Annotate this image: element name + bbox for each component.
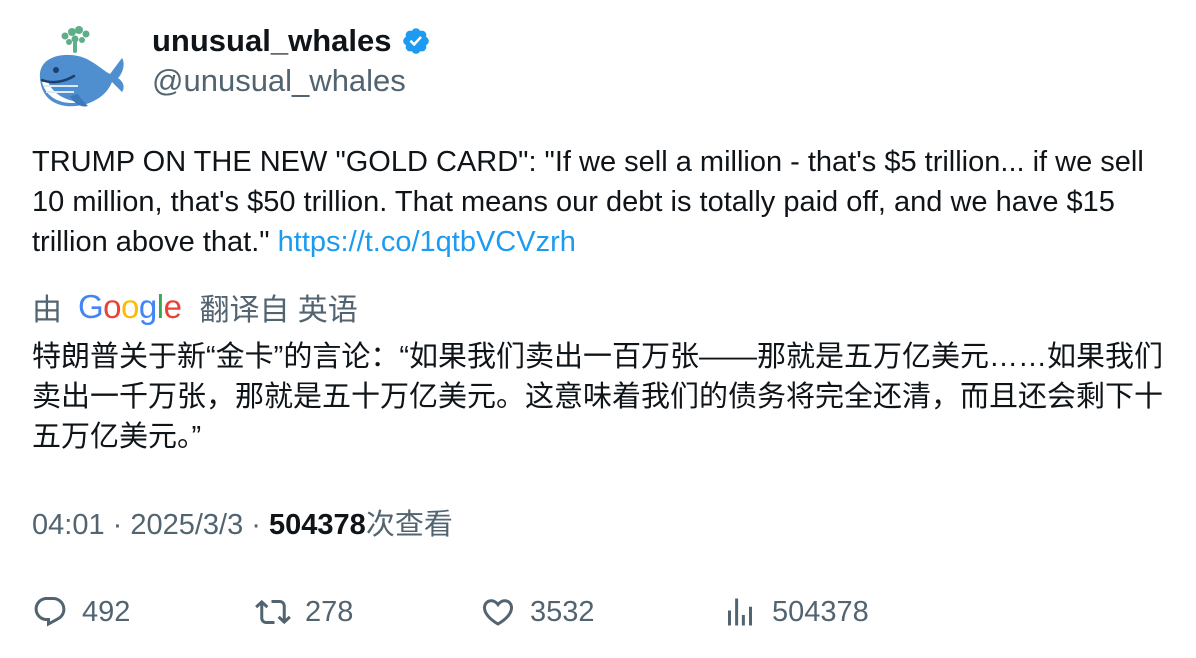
views-label: 次查看 [365, 509, 453, 541]
retweet-count: 278 [305, 595, 354, 628]
tweet-meta: 04:01 · 2025/3/3 · 504378次查看 [32, 505, 453, 545]
translation-from-label: 翻译自 英语 [199, 294, 358, 327]
avatar[interactable] [30, 22, 126, 118]
translation-by-label: 由 [32, 294, 62, 327]
tweet-text-body: TRUMP ON THE NEW "GOLD CARD": "If we sel… [32, 146, 1144, 258]
heart-icon [482, 599, 514, 626]
tweet-date[interactable]: 2025/3/3 [130, 509, 243, 541]
google-logo-letter: e [163, 288, 182, 325]
verified-badge-icon [401, 26, 431, 56]
views-button[interactable]: 504378 [722, 590, 869, 634]
meta-separator: · [243, 509, 270, 541]
reply-count: 492 [82, 595, 131, 628]
google-logo-letter: o [103, 288, 122, 325]
whale-avatar-icon [39, 26, 124, 107]
analytics-icon [728, 598, 752, 626]
tweet-text: TRUMP ON THE NEW "GOLD CARD": "If we sel… [32, 142, 1172, 262]
meta-separator: · [104, 509, 131, 541]
views-action-count: 504378 [772, 595, 869, 628]
google-logo-letter: g [138, 288, 157, 325]
author-name-text: unusual_whales [152, 23, 392, 58]
reply-button[interactable]: 492 [32, 590, 130, 634]
like-count: 3532 [530, 595, 595, 628]
action-bar: 492 278 3532 504378 [0, 590, 1196, 634]
tweet-time[interactable]: 04:01 [32, 509, 105, 541]
translation-attribution[interactable]: 由 Google 翻译自 英语 [32, 287, 358, 327]
google-logo-letter: G [78, 288, 104, 325]
google-logo-letter: l [156, 288, 164, 325]
reply-icon [34, 597, 66, 627]
google-logo-letter: o [121, 288, 139, 325]
tweet-link[interactable]: https://t.co/1qtbVCVzrh [278, 226, 576, 258]
retweet-icon [255, 599, 291, 625]
views-count: 504378 [269, 509, 366, 541]
retweet-button[interactable]: 278 [255, 590, 353, 634]
translated-text: 特朗普关于新“金卡”的言论：“如果我们卖出一百万张——那就是五万亿美元……如果我… [32, 341, 1164, 453]
google-logo: Google [78, 287, 182, 327]
author-handle[interactable]: @unusual_whales [152, 62, 406, 100]
author-display-name[interactable]: unusual_whales [152, 22, 431, 60]
like-button[interactable]: 3532 [480, 590, 595, 634]
